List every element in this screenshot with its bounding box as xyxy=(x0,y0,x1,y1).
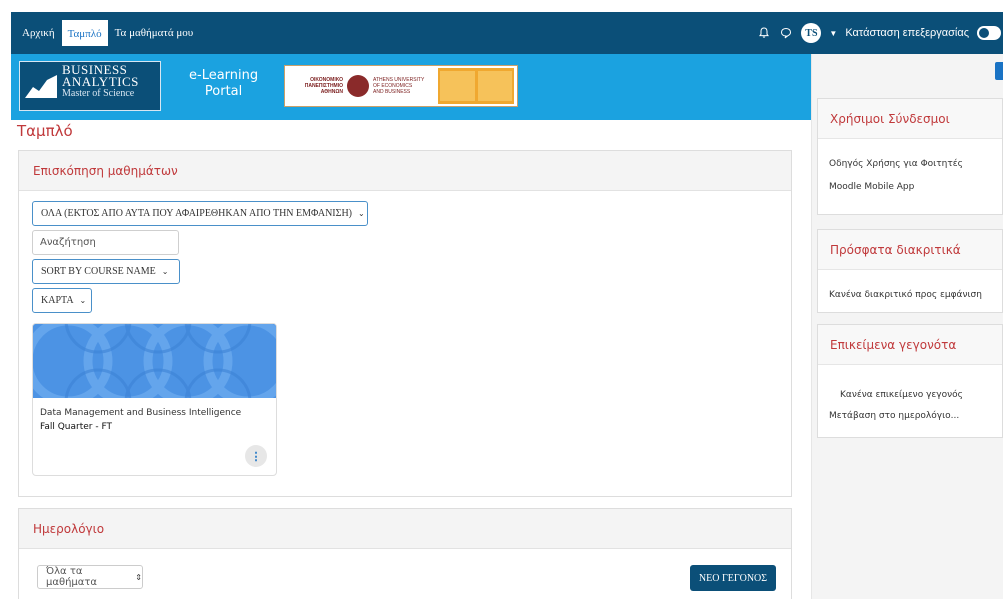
analytics-chart-icon xyxy=(25,75,57,98)
view-mode-dropdown[interactable]: ΚΑΡΤΑ ⌄ xyxy=(32,288,92,313)
top-navbar: Αρχική Ταμπλό Τα μαθήματά μου TS ▼ Κατάσ… xyxy=(11,12,1003,54)
edit-mode-label: Κατάσταση επεξεργασίας xyxy=(845,27,969,39)
aueb-seal-icon xyxy=(347,75,369,97)
link-moodle-mobile[interactable]: Moodle Mobile App xyxy=(818,182,1002,192)
page-title: Ταμπλό xyxy=(17,122,73,140)
upcoming-events-title: Επικείμενα γεγονότα xyxy=(818,325,1002,365)
business-analytics-logo[interactable]: BUSINESS ANALYTICS Master of Science xyxy=(19,61,161,111)
select-arrows-icon: ⇕ xyxy=(135,572,142,582)
recent-badges-title: Πρόσφατα διακριτικά xyxy=(818,230,1002,270)
nav-my-courses[interactable]: Τα μαθήματά μου xyxy=(110,18,199,48)
aueb-greek-name: ΟΙΚΟΝΟΜΙΚΟ ΠΑΝΕΠΙΣΤΗΜΙΟ ΑΘΗΝΩΝ xyxy=(285,77,343,95)
portal-title: e-Learning Portal xyxy=(189,68,258,100)
useful-links-block: Χρήσιμοι Σύνδεσμοι Οδηγός Χρήσης για Φοι… xyxy=(817,98,1003,215)
chevron-down-icon: ⌄ xyxy=(161,267,169,276)
sort-dropdown[interactable]: SORT BY COURSE NAME ⌄ xyxy=(32,259,180,284)
header-banner: BUSINESS ANALYTICS Master of Science e-L… xyxy=(11,54,811,120)
portal-line-2: Portal xyxy=(204,84,243,99)
calendar-course-select[interactable]: Όλα τα μαθήματα ⇕ xyxy=(37,565,143,589)
chevron-down-icon: ⌄ xyxy=(358,209,365,218)
nav-home[interactable]: Αρχική xyxy=(17,18,60,48)
school-logo-left xyxy=(440,71,475,101)
link-student-guide[interactable]: Οδηγός Χρήσης για Φοιτητές xyxy=(818,159,1002,169)
chat-icon[interactable] xyxy=(779,26,793,40)
nav-right-group: TS ▼ Κατάσταση επεξεργασίας xyxy=(757,23,1003,43)
upcoming-events-block: Επικείμενα γεγονότα Κανένα επικείμενο γε… xyxy=(817,324,1003,438)
aueb-english-name: ATHENS UNIVERSITY OF ECONOMICS AND BUSIN… xyxy=(373,77,433,95)
school-logo-right xyxy=(477,71,512,101)
new-event-button[interactable]: ΝΕΟ ΓΕΓΟΝΟΣ xyxy=(690,565,776,591)
course-pattern-image xyxy=(33,324,276,398)
school-logo xyxy=(438,68,514,104)
more-options-icon[interactable]: ⋮ xyxy=(245,445,267,467)
course-image[interactable] xyxy=(33,324,276,398)
course-overview-title: Επισκόπηση μαθημάτων xyxy=(19,151,791,191)
search-placeholder: Αναζήτηση xyxy=(40,237,96,248)
useful-links-title: Χρήσιμοι Σύνδεσμοι xyxy=(818,99,1002,139)
course-card[interactable]: Data Management and Business Intelligenc… xyxy=(32,323,277,476)
logo-line-2: ANALYTICS xyxy=(62,74,139,89)
course-search-input[interactable]: Αναζήτηση xyxy=(32,230,179,255)
nav-dashboard[interactable]: Ταμπλό xyxy=(61,20,108,46)
sort-label: SORT BY COURSE NAME xyxy=(41,266,156,277)
course-term: Fall Quarter - FT xyxy=(40,422,112,432)
user-avatar[interactable]: TS xyxy=(801,23,822,43)
course-name[interactable]: Data Management and Business Intelligenc… xyxy=(40,408,241,418)
sidebar-toggle-button[interactable] xyxy=(995,62,1003,80)
logo-line-3: Master of Science xyxy=(62,88,135,99)
calendar-course-select-label: Όλα τα μαθήματα xyxy=(46,566,97,588)
chevron-down-icon: ⌄ xyxy=(79,296,87,305)
bell-icon[interactable] xyxy=(757,26,771,40)
partner-logos: ΟΙΚΟΝΟΜΙΚΟ ΠΑΝΕΠΙΣΤΗΜΙΟ ΑΘΗΝΩΝ ATHENS UN… xyxy=(284,65,518,107)
no-badges-text: Κανένα διακριτικό προς εμφάνιση xyxy=(829,290,982,300)
edit-mode-toggle[interactable] xyxy=(977,26,1001,40)
calendar-title: Ημερολόγιο xyxy=(19,509,791,549)
aueb-english-line-3: AND BUSINESS xyxy=(373,89,411,95)
go-to-calendar-link[interactable]: Μετάβαση στο ημερολόγιο... xyxy=(818,411,1002,421)
view-mode-label: ΚΑΡΤΑ xyxy=(41,295,74,306)
portal-line-1: e-Learning xyxy=(189,68,259,83)
logo-text: BUSINESS ANALYTICS Master of Science xyxy=(62,63,139,100)
recent-badges-block: Πρόσφατα διακριτικά Κανένα διακριτικό πρ… xyxy=(817,229,1003,313)
course-filter-dropdown[interactable]: ΟΛΑ (ΕΚΤΟΣ ΑΠΟ ΑΥΤΑ ΠΟΥ ΑΦΑΙΡΕΘΗΚΑΝ ΑΠΟ … xyxy=(32,201,368,226)
chevron-down-icon[interactable]: ▼ xyxy=(829,29,837,38)
no-events-text: Κανένα επικείμενο γεγονός xyxy=(840,390,963,400)
course-filter-label: ΟΛΑ (ΕΚΤΟΣ ΑΠΟ ΑΥΤΑ ΠΟΥ ΑΦΑΙΡΕΘΗΚΑΝ ΑΠΟ … xyxy=(41,208,352,219)
aueb-greek-line-3: ΑΘΗΝΩΝ xyxy=(320,89,343,95)
